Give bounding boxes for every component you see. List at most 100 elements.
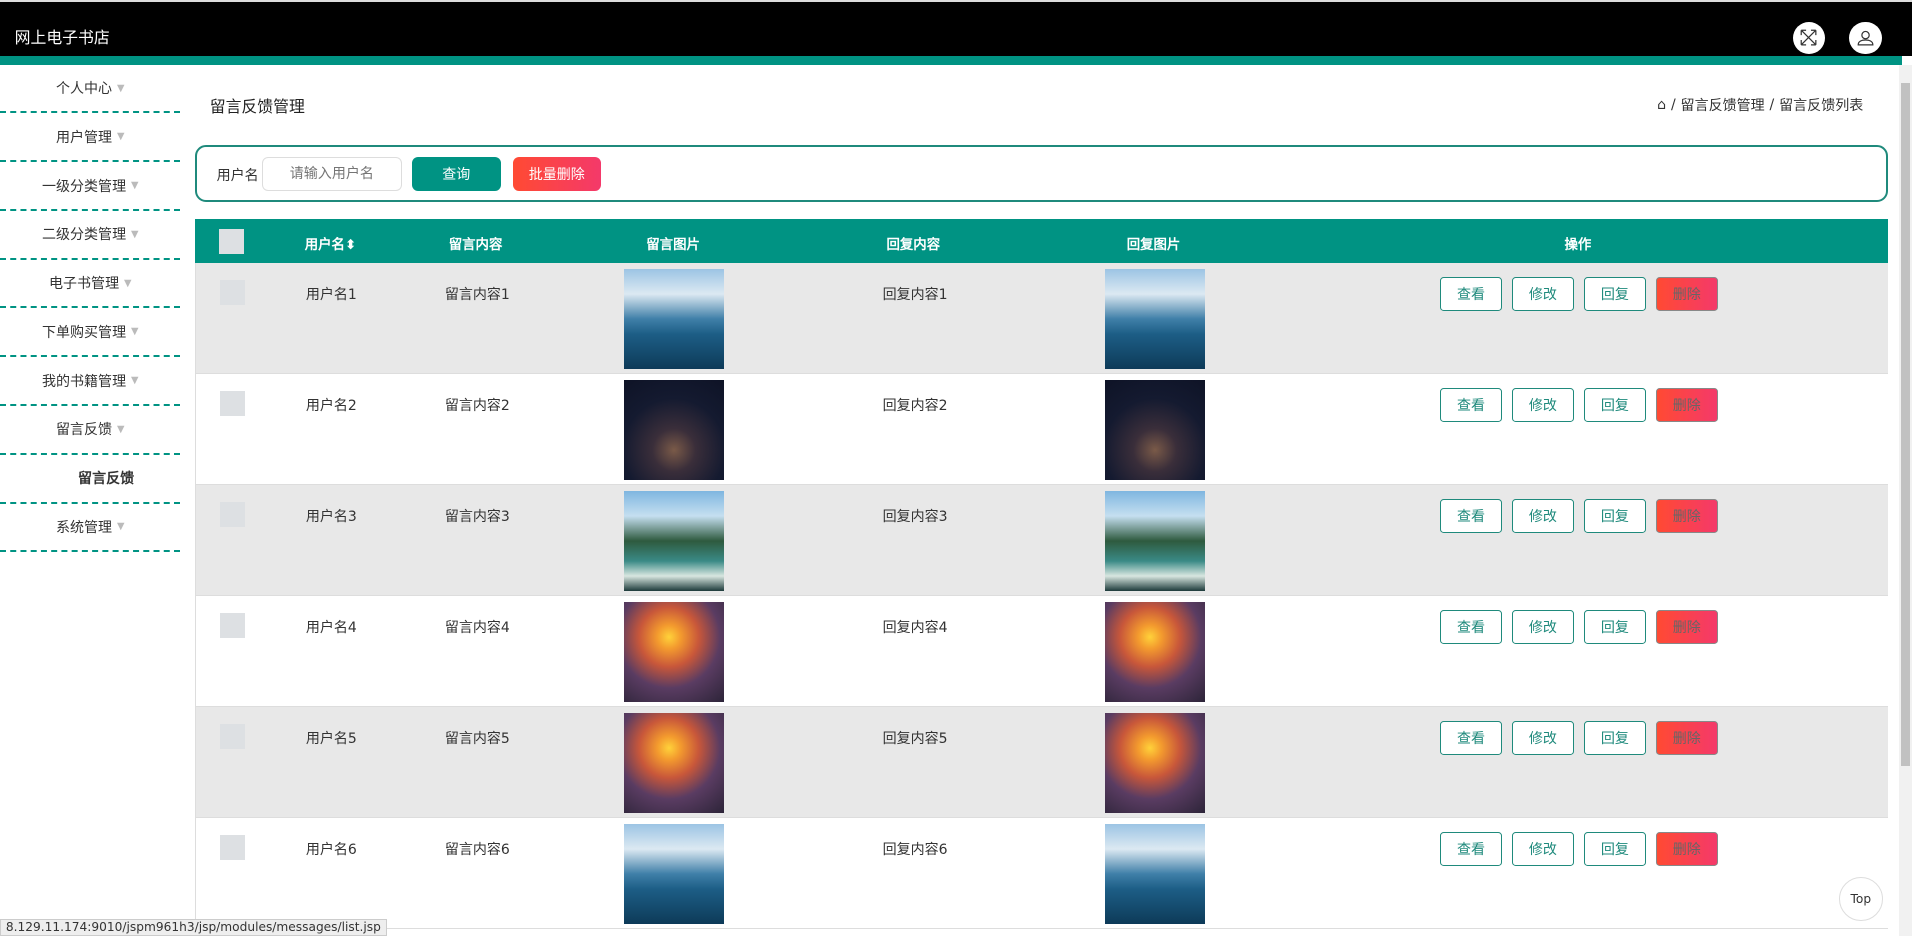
back-to-top-button[interactable]: Top: [1838, 876, 1883, 921]
row-checkbox[interactable]: [220, 502, 245, 527]
reply-button[interactable]: 回复: [1583, 720, 1646, 755]
sidebar-item[interactable]: 我的书籍管理 ▼: [0, 357, 181, 406]
username-cell: 用户名2: [305, 398, 357, 415]
reply-button[interactable]: 回复: [1583, 387, 1646, 422]
breadcrumb: ⌂ / 留言反馈管理 / 留言反馈列表: [1657, 95, 1864, 115]
view-button[interactable]: 查看: [1439, 387, 1503, 422]
top-bar: 网上电子书店: [0, 0, 1912, 57]
table-row: 用户名4 留言内容4 回复内容4 查看 修改 回复 删除: [195, 596, 1888, 708]
view-button[interactable]: 查看: [1439, 831, 1503, 866]
username-cell: 用户名5: [305, 730, 357, 747]
sidebar-item[interactable]: 留言反馈 ▼: [0, 406, 181, 455]
content-cell: 留言内容6: [444, 841, 510, 858]
sort-icon[interactable]: ⬍: [345, 238, 356, 253]
breadcrumb-item: 留言反馈列表: [1779, 98, 1864, 115]
row-checkbox[interactable]: [220, 724, 245, 749]
edit-button[interactable]: 修改: [1511, 831, 1574, 866]
reply-image[interactable]: [1104, 602, 1205, 703]
caret-down-icon: ▼: [116, 131, 125, 143]
reply-image[interactable]: [1104, 491, 1205, 592]
reply-cell: 回复内容4: [882, 619, 948, 636]
caret-down-icon: ▼: [116, 423, 125, 435]
home-icon[interactable]: ⌂: [1657, 97, 1666, 113]
header-reply: 回复内容: [886, 237, 941, 253]
delete-button[interactable]: 删除: [1655, 831, 1718, 866]
caret-down-icon: ▼: [130, 228, 139, 240]
sidebar-item[interactable]: 用户管理 ▼: [0, 113, 181, 163]
message-image[interactable]: [624, 602, 725, 703]
delete-button[interactable]: 删除: [1655, 498, 1718, 533]
batch-delete-button[interactable]: 批量删除: [512, 156, 601, 191]
header-reply-image: 回复图片: [1126, 237, 1181, 253]
reply-button[interactable]: 回复: [1583, 276, 1646, 311]
message-image[interactable]: [624, 824, 725, 925]
accent-bar: [0, 56, 1903, 65]
username-cell: 用户名3: [305, 509, 357, 525]
sidebar-item[interactable]: 个人中心 ▼: [0, 65, 181, 114]
sidebar-item[interactable]: 电子书管理 ▼: [0, 260, 181, 309]
edit-button[interactable]: 修改: [1511, 609, 1574, 644]
message-image[interactable]: [624, 380, 725, 481]
content-cell: 留言内容4: [444, 619, 510, 636]
reply-button[interactable]: 回复: [1583, 498, 1646, 533]
content-cell: 留言内容2: [444, 398, 510, 415]
reply-cell: 回复内容1: [882, 287, 948, 304]
reply-image[interactable]: [1104, 269, 1205, 370]
edit-button[interactable]: 修改: [1511, 720, 1574, 755]
sidebar: 个人中心 ▼ 用户管理 ▼ 一级分类管理 ▼ 二级分类管理 ▼ 电子书管理 ▼ 下单购买管理 ▼ 我的书…: [0, 65, 181, 553]
reply-button[interactable]: 回复: [1583, 831, 1646, 866]
sidebar-item[interactable]: 下单购买管理 ▼: [0, 308, 181, 358]
caret-down-icon: ▼: [130, 326, 139, 338]
username-search-input[interactable]: [261, 156, 402, 191]
edit-button[interactable]: 修改: [1511, 276, 1574, 311]
delete-button[interactable]: 删除: [1655, 387, 1718, 422]
sidebar-item[interactable]: 系统管理 ▼: [0, 504, 181, 553]
page-title: 留言反馈管理: [209, 96, 305, 116]
sidebar-item[interactable]: 一级分类管理 ▼: [0, 162, 181, 211]
header-content: 留言内容: [448, 237, 503, 253]
delete-button[interactable]: 删除: [1655, 276, 1718, 311]
row-checkbox[interactable]: [220, 835, 245, 860]
content-cell: 留言内容1: [444, 287, 510, 304]
message-image[interactable]: [624, 713, 725, 814]
reply-button[interactable]: 回复: [1583, 609, 1646, 644]
breadcrumb-item[interactable]: 留言反馈管理: [1681, 95, 1765, 115]
scrollbar-thumb[interactable]: [1901, 82, 1910, 766]
caret-down-icon: ▼: [123, 277, 132, 289]
select-all-checkbox[interactable]: [219, 229, 244, 254]
message-image[interactable]: [624, 491, 725, 592]
caret-down-icon: ▼: [116, 521, 125, 533]
row-checkbox[interactable]: [220, 613, 245, 638]
caret-down-icon: ▼: [116, 82, 125, 94]
view-button[interactable]: 查看: [1439, 498, 1503, 533]
reply-image[interactable]: [1104, 713, 1205, 814]
edit-button[interactable]: 修改: [1511, 387, 1574, 422]
username-cell: 用户名1: [305, 287, 357, 304]
view-button[interactable]: 查看: [1439, 609, 1503, 644]
header-image: 留言图片: [646, 237, 700, 253]
caret-down-icon: ▼: [130, 180, 139, 192]
reply-image[interactable]: [1104, 380, 1205, 481]
edit-button[interactable]: 修改: [1511, 498, 1574, 533]
caret-down-icon: ▼: [130, 375, 139, 387]
table-row: 用户名6 留言内容6 回复内容6 查看 修改 回复 删除: [195, 818, 1888, 930]
sidebar-subitem[interactable]: 留言反馈: [0, 455, 181, 504]
sidebar-item[interactable]: 二级分类管理 ▼: [0, 211, 181, 260]
view-button[interactable]: 查看: [1439, 276, 1503, 311]
delete-button[interactable]: 删除: [1655, 609, 1718, 644]
messages-table: 用户名⬍ 留言内容 留言图片 回复内容 回复图片 操作 用户名1 留言内容1 回…: [195, 219, 1888, 930]
user-icon[interactable]: [1848, 21, 1882, 55]
query-button[interactable]: 查询: [411, 156, 501, 191]
row-checkbox[interactable]: [220, 280, 245, 305]
reply-image[interactable]: [1104, 824, 1205, 925]
row-checkbox[interactable]: [220, 391, 245, 416]
header-actions: 操作: [1564, 237, 1592, 253]
view-button[interactable]: 查看: [1439, 720, 1503, 755]
table-row: 用户名3 留言内容3 回复内容3 查看 修改 回复 删除: [195, 485, 1888, 597]
header-username[interactable]: 用户名⬍: [305, 233, 356, 253]
message-image[interactable]: [624, 269, 725, 370]
delete-button[interactable]: 删除: [1655, 720, 1718, 755]
fullscreen-icon[interactable]: [1792, 21, 1826, 55]
reply-cell: 回复内容6: [882, 841, 948, 858]
reply-cell: 回复内容5: [882, 730, 948, 747]
